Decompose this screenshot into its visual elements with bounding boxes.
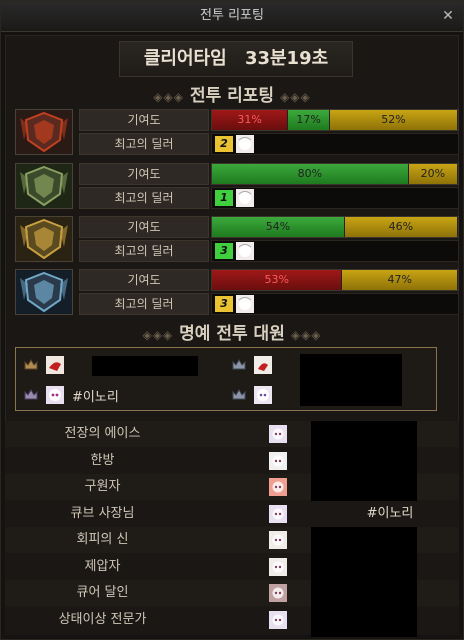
dealer-face-icon xyxy=(236,242,254,260)
party-row: 기여도 최고의 딜러 31% 17% 52% 2 xyxy=(15,109,459,157)
top-dealer-label: 최고의 딜러 xyxy=(79,133,209,155)
redacted-name xyxy=(300,354,402,406)
blue-shield-emblem-icon xyxy=(15,269,73,315)
award-title: 큐어 달인 xyxy=(76,585,129,600)
honor-section-title: ◈◈◈ 명예 전투 대원 ◈◈◈ xyxy=(142,324,322,344)
character-face-icon xyxy=(254,356,272,374)
contribution-label: 기여도 xyxy=(79,269,209,291)
award-character-face-icon xyxy=(269,584,287,602)
gold-shield-emblem-icon xyxy=(15,216,73,262)
top-dealer-slot[interactable]: 2 xyxy=(211,133,459,155)
red-shield-emblem-icon xyxy=(15,109,73,155)
close-icon[interactable]: ✕ xyxy=(439,1,457,31)
crown-icon xyxy=(24,359,38,370)
contribution-bar: 54% 46% xyxy=(211,216,459,238)
honor-section-label: 명예 전투 대원 xyxy=(179,324,285,344)
honor-member[interactable]: #이노리 xyxy=(24,384,214,406)
contribution-segment: 46% xyxy=(344,217,458,237)
party-row: 기여도 최고의 딜러 80% 20% 1 xyxy=(15,163,459,211)
award-title: 상태이상 전문가 xyxy=(58,611,147,627)
top-dealer-slot[interactable]: 3 xyxy=(211,240,459,262)
redacted-name xyxy=(311,527,417,637)
award-row: 큐브 사장님 #이노리 xyxy=(5,501,459,527)
contribution-segment: 80% xyxy=(212,164,409,184)
contribution-segment: 53% xyxy=(212,270,343,290)
award-title: 구원자 xyxy=(84,479,121,494)
award-title: 전장의 에이스 xyxy=(64,426,141,441)
awards-list: 전장의 에이스 한방 구원자 큐브 사장님 #이노리회피의 신 제압자 큐어 달… xyxy=(5,421,459,637)
character-face-icon xyxy=(46,356,64,374)
battle-report-window: 전투 리포팅 ✕ 클리어타임 33분19초 ◈◈◈ 전투 리포팅 ◈◈◈ 기여도 최… xyxy=(0,0,464,640)
clear-time-label: 클리어타임 xyxy=(143,48,227,69)
dealer-rank-badge: 3 xyxy=(215,296,233,312)
top-dealer-slot[interactable]: 3 xyxy=(211,293,459,315)
crown-icon xyxy=(24,389,38,400)
contribution-label: 기여도 xyxy=(79,109,209,131)
award-title: 한방 xyxy=(90,452,115,468)
top-dealer-label: 최고의 딜러 xyxy=(79,293,209,315)
party-row: 기여도 최고의 딜러 53% 47% 3 xyxy=(15,269,459,317)
redacted-name xyxy=(311,421,417,501)
honor-member-name: #이노리 xyxy=(72,390,119,405)
top-dealer-slot[interactable]: 1 xyxy=(211,187,459,209)
dealer-rank-badge: 3 xyxy=(215,243,233,259)
titlebar: 전투 리포팅 ✕ xyxy=(1,1,463,32)
contribution-segment: 54% xyxy=(212,217,345,237)
redacted-name xyxy=(92,356,198,376)
award-recipient-name: #이노리 xyxy=(366,505,414,521)
award-title: 회피의 신 xyxy=(76,532,129,547)
award-title: 큐브 사장님 xyxy=(70,505,135,521)
award-title: 제압자 xyxy=(84,558,121,574)
contribution-bar: 80% 20% xyxy=(211,163,459,185)
award-character-face-icon xyxy=(269,425,287,443)
contribution-segment: 47% xyxy=(342,270,458,290)
crown-icon xyxy=(232,359,246,370)
contribution-label: 기여도 xyxy=(79,216,209,238)
contribution-bar: 53% 47% xyxy=(211,269,459,291)
honor-members-panel: #이노리 xyxy=(15,347,437,411)
green-shield-emblem-icon xyxy=(15,163,73,209)
dealer-face-icon xyxy=(236,135,254,153)
character-face-icon xyxy=(254,386,272,404)
dealer-face-icon xyxy=(236,295,254,313)
award-character-face-icon xyxy=(269,478,287,496)
top-dealer-label: 최고의 딜러 xyxy=(79,187,209,209)
clear-time-box: 클리어타임 33분19초 xyxy=(119,41,353,77)
dealer-rank-badge: 1 xyxy=(215,190,233,206)
character-face-icon xyxy=(46,386,64,404)
contribution-segment: 17% xyxy=(288,110,331,130)
contribution-segment: 31% xyxy=(212,110,289,130)
award-character-face-icon xyxy=(269,531,287,549)
dealer-face-icon xyxy=(236,189,254,207)
report-section-label: 전투 리포팅 xyxy=(189,86,275,106)
contribution-segment: 52% xyxy=(330,110,458,130)
dealer-rank-badge: 2 xyxy=(215,136,233,152)
contribution-bar: 31% 17% 52% xyxy=(211,109,459,131)
clear-time-value: 33분19초 xyxy=(244,48,329,69)
award-character-face-icon xyxy=(269,451,287,470)
award-character-face-icon xyxy=(269,557,287,576)
party-row: 기여도 최고의 딜러 54% 46% 3 xyxy=(15,216,459,264)
report-section-title: ◈◈◈ 전투 리포팅 ◈◈◈ xyxy=(153,86,311,106)
top-dealer-label: 최고의 딜러 xyxy=(79,240,209,262)
contribution-label: 기여도 xyxy=(79,163,209,185)
window-title: 전투 리포팅 xyxy=(200,8,264,23)
award-character-face-icon xyxy=(269,504,287,523)
contribution-segment: 20% xyxy=(408,164,458,184)
crown-icon xyxy=(232,389,246,400)
award-character-face-icon xyxy=(269,610,287,629)
